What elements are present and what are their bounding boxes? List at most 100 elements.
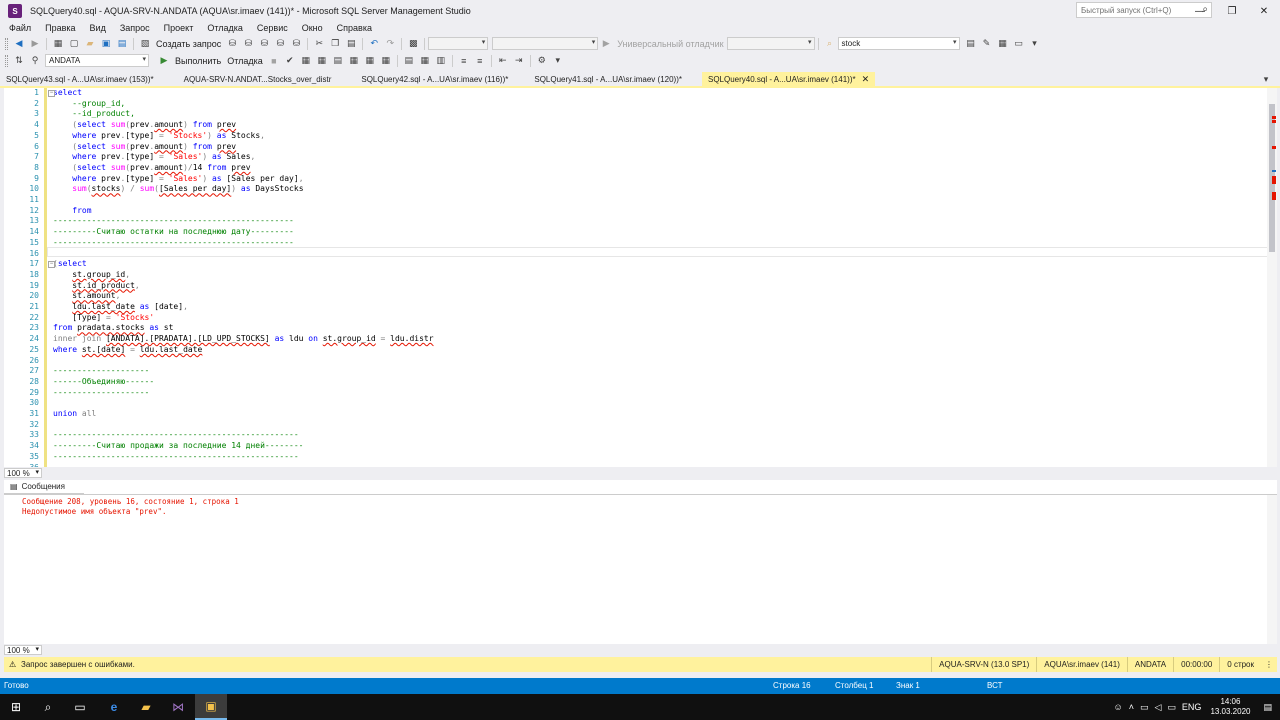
tray-chevron-icon[interactable]: ˄ xyxy=(1129,702,1134,712)
menu-edit[interactable]: Правка xyxy=(38,23,82,33)
analysis-dmx-query-icon[interactable]: ⛁ xyxy=(257,37,271,51)
toolbar-options-icon[interactable]: ▾ xyxy=(551,54,565,68)
paste-icon[interactable]: ▤ xyxy=(344,37,358,51)
comment-icon[interactable]: ≡ xyxy=(457,54,471,68)
menu-debug[interactable]: Отладка xyxy=(200,23,250,33)
intellisense-icon[interactable]: ▤ xyxy=(331,54,345,68)
visual-studio-icon[interactable]: ⋈ xyxy=(162,694,194,720)
code-line[interactable]: -------------------- xyxy=(53,366,149,377)
open-folder-icon[interactable]: ▰ xyxy=(83,37,97,51)
debug-button[interactable]: Отладка xyxy=(227,56,263,66)
cancel-query-icon[interactable]: ■ xyxy=(267,54,281,68)
close-tab-icon[interactable]: ✕ xyxy=(862,74,870,85)
code-line[interactable]: ----------------------------------------… xyxy=(53,216,294,227)
toolbar-grip[interactable] xyxy=(5,37,8,50)
code-line[interactable]: st.group_id, xyxy=(53,270,130,281)
code-line[interactable]: select xyxy=(53,88,82,99)
notifications-icon[interactable]: ▤ xyxy=(1263,702,1272,713)
menu-help[interactable]: Справка xyxy=(330,23,379,33)
code-line[interactable]: ------Объединяю------ xyxy=(53,377,154,388)
specify-template-values-icon[interactable]: ⚙ xyxy=(535,54,549,68)
fold-toggle-icon[interactable]: − xyxy=(48,90,55,97)
execute-button[interactable]: Выполнить xyxy=(175,56,221,66)
database-combo[interactable]: ANDATA ▾ xyxy=(45,54,149,67)
new-query-icon[interactable]: ▧ xyxy=(138,37,152,51)
search-icon[interactable]: ⌕ xyxy=(32,694,64,720)
results-to-text-icon[interactable]: ▤ xyxy=(402,54,416,68)
new-project-icon[interactable]: ▦ xyxy=(51,37,65,51)
live-stats-icon[interactable]: ▦ xyxy=(363,54,377,68)
increase-indent-icon[interactable]: ⇥ xyxy=(512,54,526,68)
menu-project[interactable]: Проект xyxy=(157,23,201,33)
activity-monitor-icon[interactable]: ▩ xyxy=(406,37,420,51)
edge-browser-icon[interactable]: e xyxy=(98,694,130,720)
solution-config-combo[interactable]: ▾ xyxy=(428,37,489,50)
code-line[interactable]: --group_id, xyxy=(53,99,125,110)
toolbar-grip[interactable] xyxy=(5,54,8,67)
code-line[interactable]: st.amount, xyxy=(53,291,120,302)
code-line[interactable]: union all xyxy=(53,409,96,420)
volume-icon[interactable]: ◁ xyxy=(1154,702,1161,713)
tab-sqlquery41[interactable]: SQLQuery41.sql - A...UA\sr.imaev (120))* xyxy=(528,72,688,86)
code-line[interactable]: inner join [ANDATA].[PRADATA].[LD_UPD_ST… xyxy=(53,334,434,345)
code-line[interactable]: st.id_product, xyxy=(53,281,139,292)
fold-toggle-icon[interactable]: − xyxy=(48,261,55,269)
client-stats-icon[interactable]: ▦ xyxy=(379,54,393,68)
task-view-icon[interactable]: ▭ xyxy=(64,694,96,720)
code-line[interactable]: (select sum(prev.amount) from prev xyxy=(53,120,236,131)
code-line[interactable]: --id_product, xyxy=(53,109,135,120)
new-file-icon[interactable]: ▢ xyxy=(67,37,81,51)
uncomment-icon[interactable]: ≡ xyxy=(473,54,487,68)
connect-icon[interactable]: ⇅ xyxy=(12,54,26,68)
code-line[interactable]: ----------------------------------------… xyxy=(53,430,299,441)
tab-messages[interactable]: ▤ Сообщения xyxy=(4,480,84,494)
people-icon[interactable]: ☺ xyxy=(1114,702,1123,712)
code-line[interactable]: ----------------------------------------… xyxy=(53,238,294,249)
code-line[interactable]: sum(stocks) / sum([Sales per day]) as Da… xyxy=(53,184,303,195)
decrease-indent-icon[interactable]: ⇤ xyxy=(496,54,510,68)
debugger-combo[interactable]: ▾ xyxy=(726,37,815,50)
query-design-icon[interactable]: ▦ xyxy=(315,54,329,68)
analysis-mdx-query-icon[interactable]: ⛁ xyxy=(241,37,255,51)
menu-file[interactable]: Файл xyxy=(2,23,38,33)
code-line[interactable]: where prev.[type] = 'Stocks') as Stocks, xyxy=(53,131,265,142)
results-vertical-scrollbar[interactable] xyxy=(1267,495,1277,644)
include-plan-icon[interactable]: ▦ xyxy=(347,54,361,68)
copy-icon[interactable]: ❐ xyxy=(328,37,342,51)
change-connection-icon[interactable]: ⚲ xyxy=(28,54,42,68)
battery-icon[interactable]: ▭ xyxy=(1167,702,1176,713)
lang-indicator[interactable]: ENG xyxy=(1182,702,1202,712)
code-line[interactable]: ---------Считаю остатки на последнюю дат… xyxy=(53,227,294,238)
back-icon[interactable]: ◀ xyxy=(12,37,26,51)
code-line[interactable]: where prev.[type] = 'Sales') as [Sales p… xyxy=(53,174,303,185)
code-line[interactable]: ----------------------------------------… xyxy=(53,452,299,463)
results-to-grid-icon[interactable]: ▦ xyxy=(418,54,432,68)
find-combo[interactable]: stock ▾ xyxy=(837,37,960,50)
tab-sqlquery40[interactable]: SQLQuery40.sql - A...UA\sr.imaev (141))*… xyxy=(701,72,876,86)
close-button[interactable]: ✕ xyxy=(1248,0,1280,22)
save-icon[interactable]: ▣ xyxy=(99,37,113,51)
find-in-files-icon[interactable]: ⌕ xyxy=(823,37,837,51)
tab-overflow-icon[interactable]: ▾ xyxy=(1259,72,1273,86)
results-to-file-icon[interactable]: ▥ xyxy=(434,54,448,68)
solution-platform-combo[interactable]: ▾ xyxy=(492,37,599,50)
tools-wrench-icon[interactable]: ✎ xyxy=(980,37,994,51)
windows-start-icon[interactable]: ⊞ xyxy=(0,694,32,720)
redo-icon[interactable]: ↷ xyxy=(383,37,397,51)
undo-icon[interactable]: ↶ xyxy=(367,37,381,51)
menu-tools[interactable]: Сервис xyxy=(250,23,295,33)
forward-icon[interactable]: ▶ xyxy=(28,37,42,51)
minimize-button[interactable]: — xyxy=(1184,0,1216,22)
ssms-taskbar-icon[interactable]: ▣ xyxy=(195,694,227,720)
code-line[interactable]: (select xyxy=(53,259,87,270)
code-line[interactable]: where st.[date] = ldu.last_date xyxy=(53,345,202,356)
maximize-button[interactable]: ❐ xyxy=(1216,0,1248,22)
menu-window[interactable]: Окно xyxy=(295,23,330,33)
toolbar-options-icon[interactable]: ▾ xyxy=(1028,37,1042,51)
code-line[interactable]: -------------------- xyxy=(53,388,149,399)
editor-zoom-combo[interactable]: 100 % ▾ xyxy=(4,467,42,478)
tab-sqlquery43[interactable]: SQLQuery43.sql - A...UA\sr.imaev (153))* xyxy=(0,72,160,86)
tab-stocks-over-distr[interactable]: AQUA-SRV-N.ANDAT...Stocks_over_distr xyxy=(178,72,338,86)
cut-icon[interactable]: ✂ xyxy=(312,37,326,51)
code-line[interactable]: from pradata.stocks as st xyxy=(53,323,173,334)
